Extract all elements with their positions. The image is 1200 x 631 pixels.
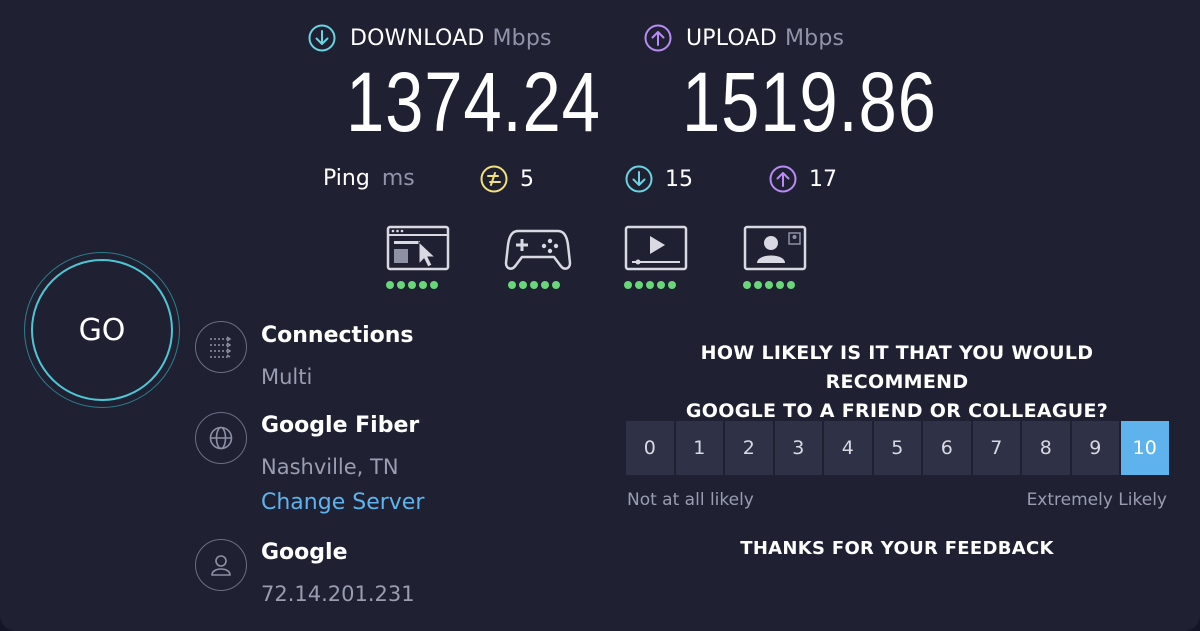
upload-unit: Mbps [784,25,845,51]
gaming-icon [504,229,572,270]
survey-score-0[interactable]: 0 [626,421,674,475]
video-chat-rating [743,281,809,289]
ping-idle: 5 [480,165,534,193]
survey-score-2[interactable]: 2 [725,421,773,475]
activity-gaming [504,225,572,289]
ping-upload: 17 [769,165,837,193]
activity-video-chat [743,225,809,289]
globe-icon [195,412,247,464]
change-server-link[interactable]: Change Server [261,490,424,515]
download-arrow-icon [308,24,336,52]
server-location: Nashville, TN [261,455,399,479]
upload-header: UPLOAD Mbps [644,24,844,52]
video-streaming-icon [624,225,688,271]
survey-score-4[interactable]: 4 [824,421,872,475]
upload-arrow-icon [644,24,672,52]
provider-title: Google [261,540,348,565]
survey-high-label: Extremely Likely [1026,490,1167,510]
ping-download-value: 15 [665,166,693,192]
ping-unit: ms [381,166,415,191]
survey-score-3[interactable]: 3 [774,421,822,475]
web-browsing-icon [386,225,450,271]
survey-score-8[interactable]: 8 [1022,421,1070,475]
server-title: Google Fiber [261,413,420,438]
survey-score-10[interactable]: 10 [1121,421,1169,475]
web-browsing-rating [386,281,452,289]
activity-web-browsing [386,225,452,289]
video-streaming-rating [624,281,690,289]
go-button[interactable]: GO [31,259,173,401]
survey-score-1[interactable]: 1 [675,421,723,475]
activity-video-streaming [624,225,690,289]
connections-title: Connections [261,323,414,348]
download-speed-value: 1374.24 [346,55,601,149]
survey-score-5[interactable]: 5 [873,421,921,475]
survey-score-6[interactable]: 6 [923,421,971,475]
ping-idle-value: 5 [520,166,534,192]
ping-idle-icon [480,165,508,193]
download-header: DOWNLOAD Mbps [308,24,552,52]
survey-thanks-message: THANKS FOR YOUR FEEDBACK [740,538,1054,559]
survey-score-scale: 0 1 2 3 4 5 6 7 8 9 10 [626,421,1169,475]
ping-download: 15 [625,165,693,193]
connections-icon [195,321,247,373]
ping-upload-value: 17 [809,166,837,192]
ping-label: Ping [323,166,370,191]
survey-score-7[interactable]: 7 [972,421,1020,475]
download-label: DOWNLOAD [350,25,485,51]
ping-upload-icon [769,165,797,193]
speedtest-panel: DOWNLOAD Mbps 1374.24 UPLOAD Mbps 1519.8… [0,0,1200,631]
upload-label: UPLOAD [686,25,777,51]
download-unit: Mbps [492,25,552,51]
provider-ip: 72.14.201.231 [261,582,415,606]
survey-question-line-1: HOW LIKELY IS IT THAT YOU WOULD RECOMMEN… [700,342,1094,393]
user-icon [195,539,247,591]
go-button-ring: GO [24,252,180,408]
ping-label-group: Ping ms [323,166,415,191]
survey-low-label: Not at all likely [627,490,754,510]
upload-speed-value: 1519.86 [682,55,937,149]
survey-question: HOW LIKELY IS IT THAT YOU WOULD RECOMMEN… [626,339,1168,426]
connections-value: Multi [261,365,313,389]
gaming-rating [508,281,572,289]
video-chat-icon [743,225,807,271]
ping-download-icon [625,165,653,193]
survey-score-9[interactable]: 9 [1071,421,1119,475]
